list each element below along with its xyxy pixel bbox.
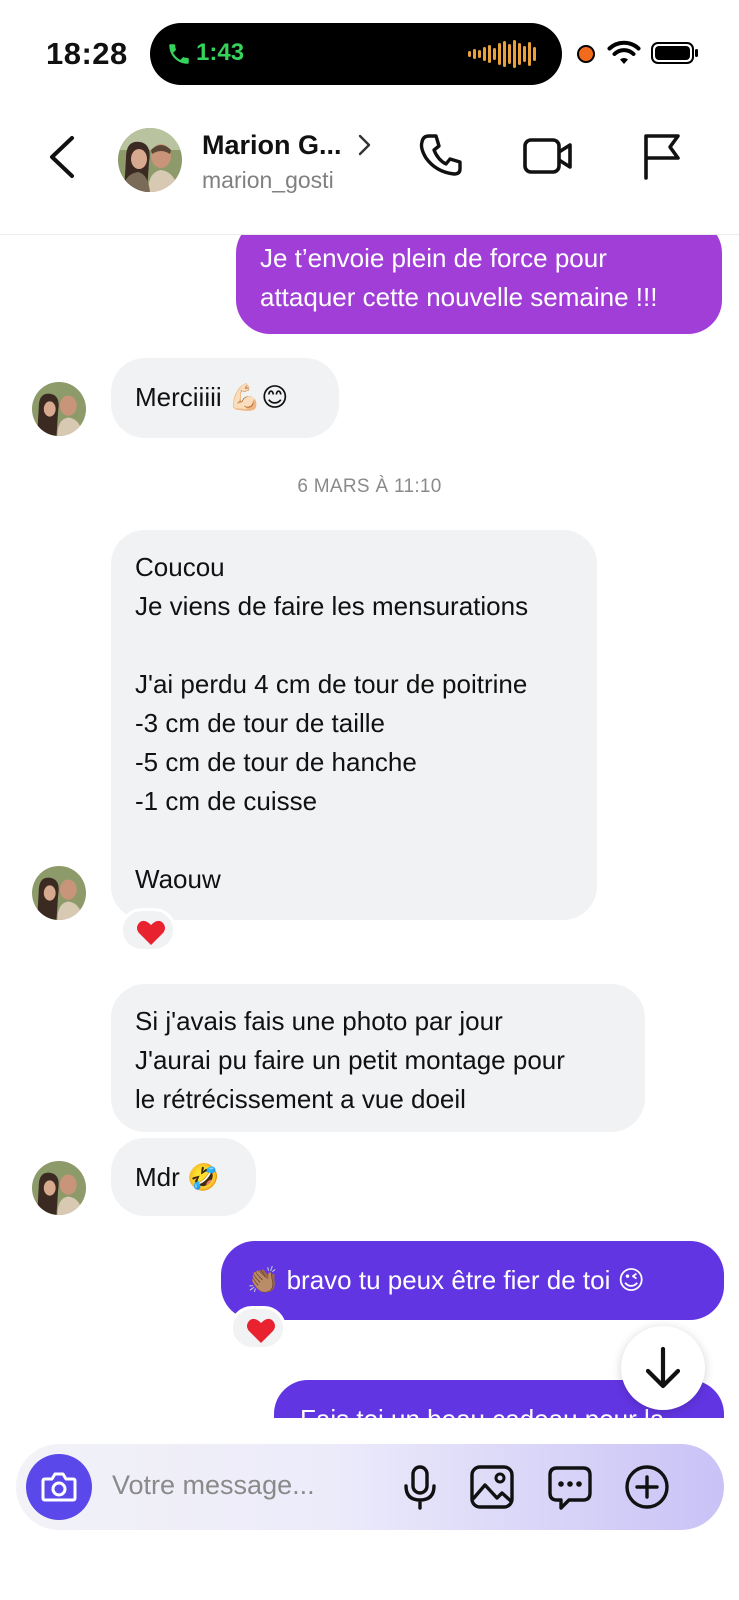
message-outgoing[interactable]: Je t’envoie plein de force pour attaquer…: [236, 219, 722, 334]
message-incoming[interactable]: Coucou Je viens de faire les mensuration…: [111, 530, 597, 920]
dynamic-island-call[interactable]: 1:43: [150, 23, 562, 85]
flag-icon[interactable]: [636, 130, 688, 182]
call-duration: 1:43: [196, 39, 245, 66]
phone-icon[interactable]: [414, 130, 466, 182]
contact-username: marion_gosti: [202, 167, 334, 193]
sticker-icon[interactable]: [547, 1464, 593, 1510]
camera-button[interactable]: [26, 1454, 92, 1520]
message-composer: Votre message...: [16, 1444, 724, 1530]
heart-reaction[interactable]: [230, 1306, 286, 1350]
heart-reaction[interactable]: [120, 908, 176, 952]
scroll-down-arrow-icon: [645, 1346, 681, 1389]
plus-icon[interactable]: [624, 1464, 670, 1510]
message-incoming[interactable]: Merciiiii 💪🏻😊: [111, 358, 339, 438]
heart-icon: [137, 920, 165, 945]
image-icon[interactable]: [469, 1464, 515, 1510]
date-separator: 6 MARS À 11:10: [297, 476, 442, 497]
audio-wave-icon: [468, 40, 536, 68]
contact-avatar[interactable]: [118, 128, 182, 192]
back-chevron-icon[interactable]: [44, 132, 80, 182]
phone-icon: [169, 44, 189, 64]
contact-avatar[interactable]: [32, 866, 86, 920]
chevron-right-icon[interactable]: [358, 133, 372, 157]
message-input[interactable]: Votre message...: [112, 1470, 315, 1501]
contact-name[interactable]: Marion G...: [202, 130, 342, 161]
status-bar: 18:28 1:43: [0, 0, 739, 100]
wifi-icon: [607, 40, 641, 64]
chat-header: Marion G... marion_gosti: [0, 100, 739, 235]
recording-indicator: [577, 45, 595, 63]
heart-icon: [247, 1318, 275, 1343]
message-incoming[interactable]: Mdr 🤣: [111, 1138, 256, 1216]
contact-avatar[interactable]: [32, 1161, 86, 1215]
status-time: 18:28: [46, 36, 128, 71]
microphone-icon[interactable]: [397, 1464, 443, 1510]
message-outgoing[interactable]: 👏🏽 bravo tu peux être fier de toi 😉: [221, 1241, 724, 1320]
battery-icon: [651, 42, 698, 64]
camera-icon: [41, 1472, 77, 1502]
message-incoming[interactable]: Si j'avais fais une photo par jour J'aur…: [111, 984, 645, 1132]
scroll-to-bottom-button[interactable]: [621, 1326, 705, 1410]
video-icon[interactable]: [522, 130, 574, 182]
contact-avatar[interactable]: [32, 382, 86, 436]
